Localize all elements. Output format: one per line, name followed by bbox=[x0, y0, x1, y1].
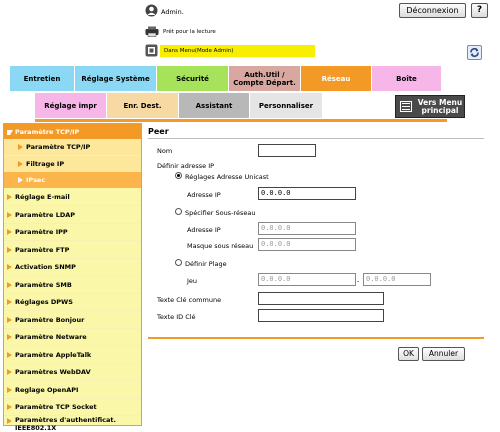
range-separator: - bbox=[357, 277, 360, 285]
tab-reseau[interactable]: Réseau bbox=[301, 66, 372, 91]
sidebar-item-ipp[interactable]: Paramètre IPP bbox=[4, 224, 141, 240]
sidebar-item-ipsec[interactable]: IPsec bbox=[4, 172, 141, 188]
common-key-input[interactable] bbox=[258, 292, 384, 305]
sidebar-item-ftp[interactable]: Paramètre FTP bbox=[4, 241, 141, 258]
sidebar-item-tcp-socket[interactable]: Paramètre TCP Socket bbox=[4, 399, 141, 415]
help-button[interactable]: ? bbox=[471, 3, 488, 18]
ok-button[interactable]: OK bbox=[398, 347, 419, 361]
sidebar-item-smb[interactable]: Paramètre SMB bbox=[4, 276, 141, 293]
subnet-mask-input[interactable]: 0.0.0.0 bbox=[258, 238, 356, 251]
sidebar-item-ieee8021x[interactable]: Paramètres d'authentificat. IEEE802.1X bbox=[4, 416, 141, 432]
common-key-label: Texte Clé commune bbox=[157, 296, 222, 304]
logout-button[interactable]: Déconnexion bbox=[399, 3, 466, 18]
sidebar-item-bonjour[interactable]: Paramètre Bonjour bbox=[4, 311, 141, 328]
sidebar-item-webdav[interactable]: Paramètres WebDAV bbox=[4, 364, 141, 380]
printer-icon bbox=[145, 26, 159, 37]
user-label: Admin. bbox=[161, 8, 184, 16]
define-ip-label: Définir adresse IP bbox=[157, 162, 215, 170]
refresh-icon bbox=[470, 48, 479, 57]
ip-address-label: Adresse IP bbox=[187, 191, 221, 199]
tab-securite[interactable]: Sécurité bbox=[157, 66, 229, 91]
key-id-input[interactable] bbox=[258, 309, 384, 322]
tab-auth-util[interactable]: Auth.Util / Compte Départ. bbox=[229, 66, 301, 91]
sidebar-item-appletalk[interactable]: Paramètre AppleTalk bbox=[4, 346, 141, 363]
sidebar-item-openapi[interactable]: Reglage OpenAPI bbox=[4, 381, 141, 398]
main-menu-button[interactable]: Vers Menu principal bbox=[395, 95, 465, 118]
tab-reglage-impr[interactable]: Réglage impr bbox=[35, 93, 107, 118]
form-divider bbox=[148, 337, 484, 339]
tab-underline bbox=[35, 119, 447, 122]
sidebar-item-netware[interactable]: Paramètre Netware bbox=[4, 329, 141, 345]
subnet-radio[interactable] bbox=[175, 208, 182, 215]
key-id-label: Texte ID Clé bbox=[157, 313, 196, 321]
tab-reglage-systeme[interactable]: Réglage Système bbox=[75, 66, 157, 91]
subnet-mask-label: Masque sous réseau bbox=[187, 242, 254, 250]
tab-entretien[interactable]: Entretien bbox=[10, 66, 75, 91]
sidebar: Paramètre TCP/IP Paramètre TCP/IP Filtra… bbox=[3, 123, 142, 432]
tab-boite[interactable]: Boîte bbox=[372, 66, 442, 91]
nom-input[interactable] bbox=[258, 144, 316, 157]
cancel-button[interactable]: Annuler bbox=[422, 347, 465, 361]
sidebar-item-snmp[interactable]: Activation SNMP bbox=[4, 259, 141, 275]
subnet-ip-input[interactable]: 0.0.0.0 bbox=[258, 222, 356, 235]
range-start-input[interactable]: 0.0.0.0 bbox=[258, 273, 356, 286]
sidebar-item-ldap[interactable]: Paramètre LDAP bbox=[4, 206, 141, 223]
range-label: Définir Plage bbox=[185, 260, 227, 268]
sidebar-item-email[interactable]: Réglage E-mail bbox=[4, 188, 141, 205]
subnet-ip-label: Adresse IP bbox=[187, 226, 221, 234]
sidebar-item-dpws[interactable]: Réglages DPWS bbox=[4, 294, 141, 310]
mode-indicator: Dans Menu(Mode Admin) bbox=[160, 45, 315, 57]
tab-assistant[interactable]: Assistant bbox=[179, 93, 250, 118]
page-title: Peer bbox=[148, 127, 169, 136]
status-text: Prêt pour la lecture bbox=[163, 29, 216, 35]
jeu-label: Jeu bbox=[187, 277, 198, 285]
nom-label: Nom bbox=[157, 147, 173, 155]
unicast-label: Réglages Adresse Unicast bbox=[185, 173, 269, 181]
tab-personnaliser[interactable]: Personnaliser bbox=[250, 93, 323, 118]
menu-icon bbox=[400, 101, 412, 112]
unicast-radio[interactable] bbox=[175, 172, 182, 179]
title-divider bbox=[148, 138, 484, 139]
sidebar-item-tcpip[interactable]: Paramètre TCP/IP bbox=[4, 139, 141, 155]
sidebar-item-filtrage-ip[interactable]: Filtrage IP bbox=[4, 156, 141, 172]
sidebar-item-tcpip-group[interactable]: Paramètre TCP/IP bbox=[4, 124, 141, 139]
ip-address-input[interactable]: 0.0.0.0 bbox=[258, 187, 356, 200]
range-radio[interactable] bbox=[175, 259, 182, 266]
main-menu-label: Vers Menu principal bbox=[417, 98, 463, 115]
range-end-input[interactable]: 0.0.0.0 bbox=[363, 273, 431, 286]
admin-mode-icon bbox=[145, 44, 158, 57]
refresh-button[interactable] bbox=[467, 45, 482, 60]
admin-icon bbox=[145, 4, 158, 17]
subnet-label: Spécifier Sous-réseau bbox=[185, 209, 256, 217]
tab-enr-dest[interactable]: Enr. Dest. bbox=[107, 93, 179, 118]
